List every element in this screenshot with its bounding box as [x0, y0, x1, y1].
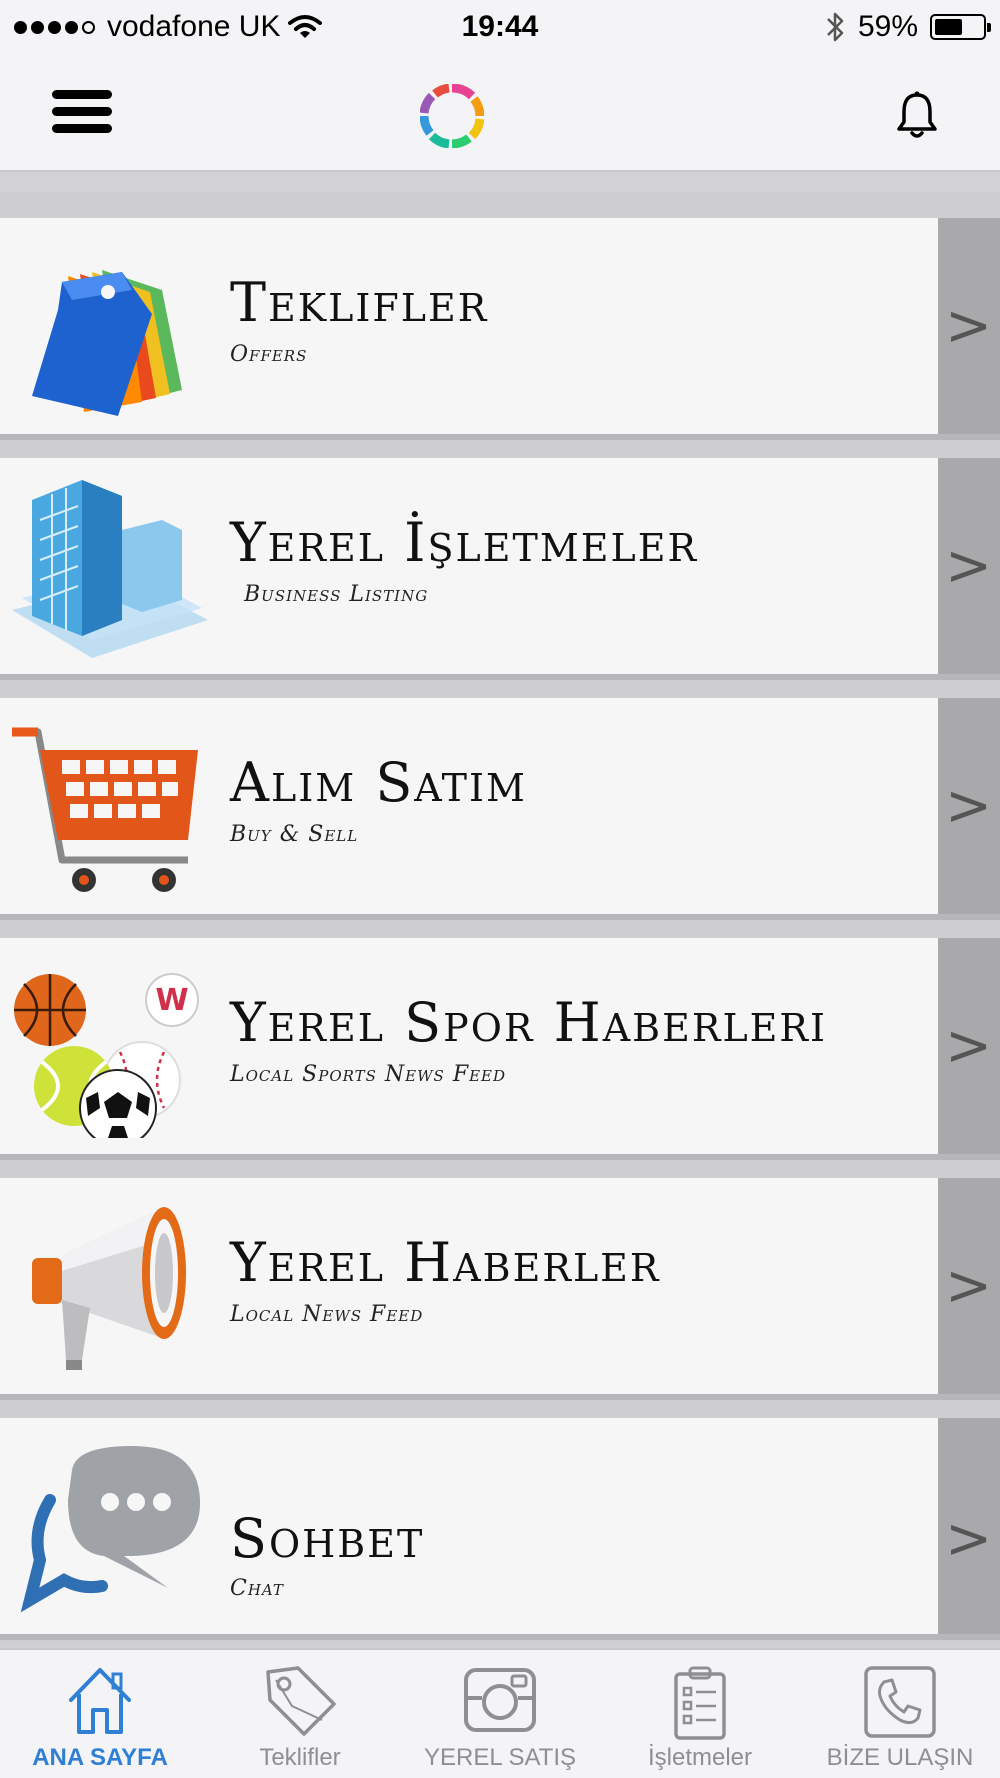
menu-item-yerel-spor-haberleri[interactable]: W Yerel Spor Haberleri Local Sports News… [0, 938, 1000, 1160]
chevron-right-icon: > [945, 1013, 992, 1079]
menu-item-title: Sohbet [230, 1507, 425, 1570]
menu-item-subtitle: Buy & Sell [230, 822, 359, 847]
tab-label: YEREL SATIŞ [423, 1744, 577, 1771]
tag-icon [266, 1666, 336, 1736]
home-icon [69, 1668, 131, 1734]
menu-item-subtitle: Business Listing [244, 582, 429, 607]
battery-icon [930, 14, 991, 40]
bluetooth-icon [827, 12, 844, 42]
price-tags-icon [32, 270, 182, 416]
menu-item-subtitle: Local Sports News Feed [230, 1062, 507, 1087]
menu-item-title: Alım Satım [230, 751, 527, 814]
chat-bubbles-icon [20, 1446, 201, 1613]
shopping-cart-icon [12, 727, 198, 892]
clipboard-list-icon [674, 1666, 726, 1740]
menu-item-title: Yerel İşletmeler [230, 511, 699, 574]
chevron-right-icon: > [945, 1506, 992, 1572]
menu-item-sohbet[interactable]: Sohbet Chat > [0, 1418, 1000, 1640]
bottom-tab-bar: ANA SAYFA Teklifler YEREL SATIŞ İşletmel… [0, 1648, 1000, 1778]
sports-balls-icon: W [14, 973, 199, 1138]
menu-item-alim-satim[interactable]: Alım Satım Buy & Sell > [0, 698, 1000, 920]
tab-ana-sayfa[interactable]: ANA SAYFA [0, 1650, 200, 1778]
chevron-strip: > [938, 938, 1000, 1154]
bell-icon[interactable] [894, 90, 940, 140]
tab-yerel-satis[interactable]: YEREL SATIŞ [400, 1650, 600, 1778]
menu-item-title: Yerel Haberler [230, 1231, 661, 1294]
chevron-strip: > [938, 698, 1000, 914]
battery-percent: 59% [857, 10, 918, 43]
tab-label: BİZE ULAŞIN [826, 1744, 974, 1771]
tab-bize-ulasin[interactable]: BİZE ULAŞIN [800, 1650, 1000, 1778]
menu-item-subtitle: Local News Feed [230, 1302, 424, 1327]
camera-icon [464, 1668, 536, 1732]
menu-item-title: Teklifler [230, 271, 489, 334]
office-building-icon [12, 480, 208, 658]
tab-teklifler[interactable]: Teklifler [200, 1650, 400, 1778]
app-screen: vodafone UK 19:44 59% Teklifler Offers >… [0, 0, 1000, 1778]
svg-text:W: W [155, 983, 188, 1018]
status-right: 59% [824, 10, 991, 44]
menu-item-teklifler[interactable]: Teklifler Offers > [0, 218, 1000, 440]
menu-list: Teklifler Offers > Yerel İşletmeler Busi… [0, 192, 1000, 1644]
menu-item-subtitle: Chat [230, 1576, 284, 1601]
top-nav-bar [0, 56, 1000, 172]
chevron-right-icon: > [945, 773, 992, 839]
app-logo-icon [420, 84, 484, 148]
tab-label: ANA SAYFA [32, 1744, 168, 1771]
chevron-right-icon: > [945, 1253, 992, 1319]
chevron-strip: > [938, 1418, 1000, 1634]
phone-icon [864, 1666, 936, 1738]
tab-isletmeler[interactable]: İşletmeler [600, 1650, 800, 1778]
hamburger-menu-icon[interactable] [52, 90, 112, 134]
menu-item-title: Yerel Spor Haberleri [230, 991, 828, 1054]
megaphone-icon [32, 1207, 186, 1370]
menu-item-yerel-haberler[interactable]: Yerel Haberler Local News Feed > [0, 1178, 1000, 1400]
chevron-strip: > [938, 458, 1000, 674]
chevron-strip: > [938, 1178, 1000, 1394]
chevron-strip: > [938, 218, 1000, 434]
menu-item-yerel-isletmeler[interactable]: Yerel İşletmeler Business Listing > [0, 458, 1000, 680]
tab-label: Teklifler [259, 1744, 341, 1771]
battery-fill [935, 19, 963, 35]
chevron-right-icon: > [945, 533, 992, 599]
tab-label: İşletmeler [647, 1744, 753, 1771]
status-bar: vodafone UK 19:44 59% [0, 0, 1000, 56]
menu-item-subtitle: Offers [230, 342, 308, 367]
chevron-right-icon: > [945, 293, 992, 359]
